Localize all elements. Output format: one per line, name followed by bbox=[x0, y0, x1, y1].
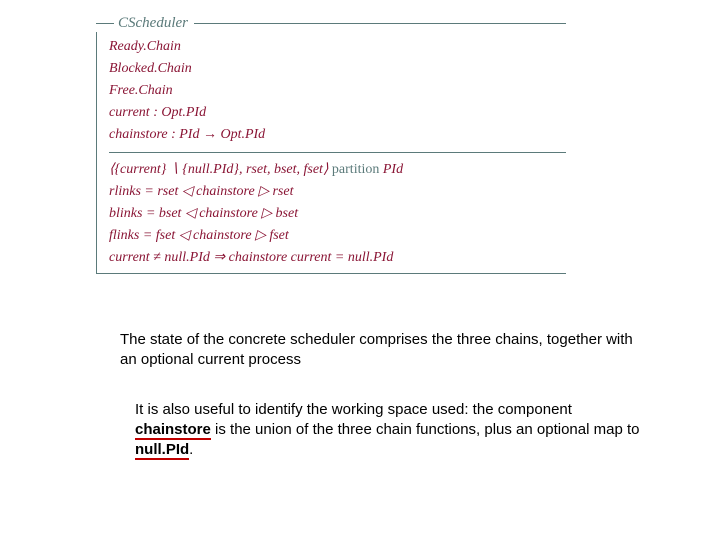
schema-divider bbox=[109, 152, 566, 153]
schema-rule-left bbox=[96, 23, 114, 24]
slide-page: CScheduler Ready.Chain Blocked.Chain Fre… bbox=[0, 0, 720, 540]
z-schema-box: CScheduler Ready.Chain Blocked.Chain Fre… bbox=[96, 14, 566, 274]
caption-term-chainstore: chainstore bbox=[135, 421, 211, 440]
schema-pred-line: rlinks = rset ◁ chainstore ▷ rset bbox=[109, 181, 566, 203]
schema-decl-line: chainstore : PId → Opt.PId bbox=[109, 124, 566, 146]
caption-text: is the union of the three chain function… bbox=[211, 421, 640, 438]
schema-pred-line: blinks = bset ◁ chainstore ▷ bset bbox=[109, 203, 566, 225]
caption-paragraph-1: The state of the concrete scheduler comp… bbox=[120, 330, 640, 370]
caption-text: . bbox=[189, 441, 193, 458]
schema-decl-line: Free.Chain bbox=[109, 80, 566, 102]
schema-header: CScheduler bbox=[96, 14, 566, 32]
schema-decl-line: Ready.Chain bbox=[109, 36, 566, 58]
pred-text: PId bbox=[379, 162, 403, 177]
schema-rule-bottom bbox=[96, 273, 566, 274]
schema-pred-line: flinks = fset ◁ chainstore ▷ fset bbox=[109, 225, 566, 247]
caption-term-nullpid: null.PId bbox=[135, 441, 189, 460]
caption-paragraph-2: It is also useful to identify the workin… bbox=[135, 400, 645, 460]
schema-rule-right bbox=[194, 23, 566, 24]
pred-text: ⟨{current} ∖ {null.PId}, rset, bset, fse… bbox=[109, 162, 332, 177]
schema-body: Ready.Chain Blocked.Chain Free.Chain cur… bbox=[96, 32, 566, 273]
schema-pred-line: current ≠ null.PId ⇒ chainstore current … bbox=[109, 247, 566, 269]
schema-title: CScheduler bbox=[118, 15, 188, 32]
schema-decl-line: Blocked.Chain bbox=[109, 58, 566, 80]
schema-decl-line: current : Opt.PId bbox=[109, 102, 566, 124]
caption-text: It is also useful to identify the workin… bbox=[135, 401, 572, 418]
schema-pred-line: ⟨{current} ∖ {null.PId}, rset, bset, fse… bbox=[109, 159, 566, 181]
pred-keyword: partition bbox=[332, 162, 379, 177]
